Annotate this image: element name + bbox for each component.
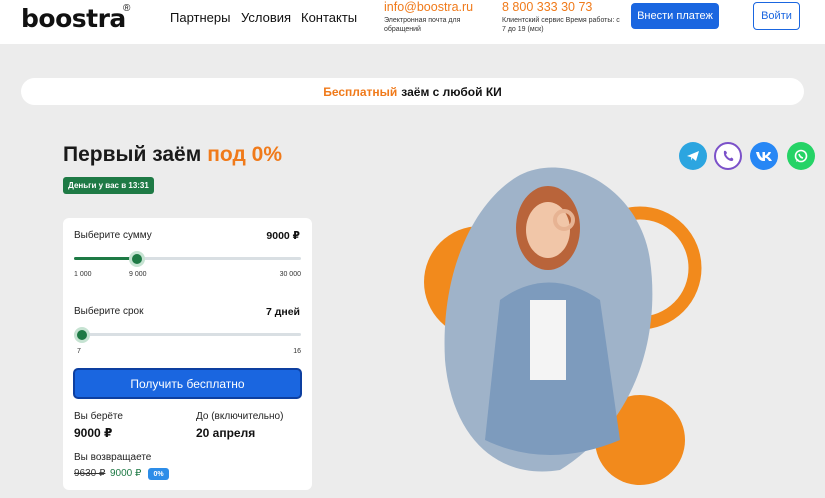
loan-calculator: Выберите сумму 9000 ₽ 1 000 9 000 30 000…	[63, 218, 312, 490]
term-slider[interactable]	[74, 326, 301, 343]
term-slider-handle[interactable]	[74, 326, 90, 343]
phone-link[interactable]: 8 800 333 30 73	[502, 0, 592, 14]
viber-icon[interactable]	[714, 142, 742, 170]
hero-title: Первый заём под 0%	[63, 143, 282, 167]
promo-banner: Бесплатный заём с любой КИ	[21, 78, 804, 105]
whatsapp-icon[interactable]	[787, 142, 815, 170]
sum-slider[interactable]	[74, 250, 301, 267]
term-label: Выберите срок	[74, 306, 144, 317]
sum-label: Выберите сумму	[74, 230, 152, 241]
get-free-button[interactable]: Получить бесплатно	[73, 368, 302, 399]
sum-max-tick: 30 000	[279, 271, 301, 278]
orange-circle-left	[424, 226, 536, 338]
money-time-badge: Деньги у вас в 13:31	[63, 177, 154, 194]
term-max-tick: 16	[293, 348, 301, 355]
until-label: До (включительно)	[196, 411, 284, 422]
term-value: 7 дней	[265, 306, 300, 318]
orange-circle-bottom	[595, 395, 685, 485]
logo[interactable]: boostra	[21, 4, 126, 33]
girl-photo	[444, 167, 653, 472]
make-payment-button[interactable]: Внести платеж	[631, 3, 719, 29]
sum-slider-handle[interactable]	[128, 250, 145, 267]
hair	[516, 186, 580, 270]
sum-min-tick: 1 000	[74, 271, 92, 278]
nav-partners-link[interactable]: Партнеры	[170, 10, 230, 25]
take-value: 9000 ₽	[74, 426, 113, 440]
nav-conditions-link[interactable]: Условия	[241, 10, 291, 25]
nav-contacts-link[interactable]: Контакты	[301, 10, 357, 25]
denim-jacket	[485, 282, 620, 455]
sum-slider-fill	[74, 257, 137, 260]
email-link[interactable]: info@boostra.ru	[384, 0, 473, 14]
hero-title-highlight: под 0%	[207, 143, 283, 166]
site-header: boostra ® Партнеры Условия Контакты info…	[0, 0, 825, 44]
phone-caption: Клиентский сервис Время работы: с 7 до 1…	[502, 17, 620, 33]
promo-highlight: Бесплатный	[323, 84, 398, 99]
ok-hand	[553, 209, 575, 231]
vk-icon[interactable]	[750, 142, 778, 170]
login-button[interactable]: Войти	[753, 2, 800, 30]
discount-badge: 0%	[148, 468, 169, 480]
promo-text: заём с любой КИ	[401, 84, 502, 99]
until-value: 20 апреля	[196, 426, 256, 440]
term-min-tick: 7	[77, 348, 81, 355]
email-caption: Электронная почта для обращений	[384, 17, 461, 33]
hero-title-text: Первый заём	[63, 143, 202, 166]
white-top	[530, 300, 566, 380]
return-new-amount: 9000 ₽	[110, 468, 142, 479]
take-label: Вы берёте	[74, 411, 123, 422]
sum-current-tick: 9 000	[129, 271, 147, 278]
orange-ring-top	[578, 206, 702, 330]
sum-value: 9000 ₽	[266, 230, 300, 242]
registered-mark: ®	[123, 3, 131, 14]
return-label: Вы возвращаете	[74, 452, 152, 463]
return-old-amount: 9630 ₽	[74, 468, 106, 479]
telegram-icon[interactable]	[679, 142, 707, 170]
face	[526, 202, 570, 258]
